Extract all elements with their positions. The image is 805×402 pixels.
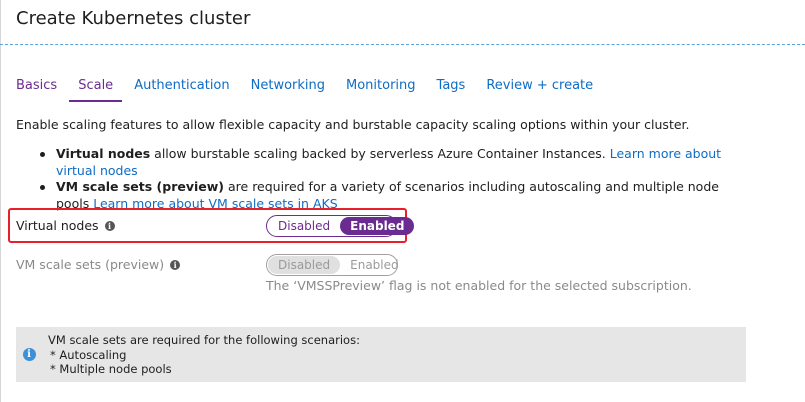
- virtual-nodes-disabled-option[interactable]: Disabled: [268, 217, 340, 235]
- left-border: [0, 0, 1, 402]
- vm-scale-sets-toggle: Disabled Enabled: [266, 254, 399, 276]
- vm-scale-sets-disabled-option: Disabled: [268, 256, 341, 274]
- bullet-title: Virtual nodes: [56, 146, 151, 161]
- vm-scale-sets-enabled-option: Enabled: [350, 258, 399, 272]
- virtual-nodes-enabled-option[interactable]: Enabled: [340, 217, 415, 235]
- info-box-text: VM scale sets are required for the follo…: [48, 333, 360, 377]
- info-box-icon-column: i: [16, 327, 42, 382]
- virtual-nodes-label-text: Virtual nodes: [16, 218, 99, 233]
- info-box-item: * Multiple node pools: [50, 362, 172, 376]
- tab-basics[interactable]: Basics: [16, 76, 57, 102]
- tab-bar: Basics Scale Authentication Networking M…: [16, 76, 614, 102]
- info-box: i VM scale sets are required for the fol…: [16, 327, 746, 382]
- tab-scale[interactable]: Scale: [69, 76, 123, 102]
- header-divider: [0, 44, 805, 45]
- virtual-nodes-label: Virtual nodes i: [16, 218, 115, 233]
- vm-scale-sets-label-text: VM scale sets (preview): [16, 257, 165, 272]
- tab-authentication[interactable]: Authentication: [134, 76, 229, 102]
- virtual-nodes-toggle[interactable]: Disabled Enabled: [266, 215, 415, 237]
- tab-networking[interactable]: Networking: [251, 76, 325, 102]
- bullet-text: allow burstable scaling backed by server…: [150, 146, 610, 161]
- vm-scale-sets-label: VM scale sets (preview) i: [16, 257, 181, 272]
- info-icon: i: [22, 348, 36, 361]
- info-box-item: * Autoscaling: [50, 347, 127, 362]
- info-icon[interactable]: i: [170, 259, 181, 270]
- tab-tags[interactable]: Tags: [437, 76, 466, 102]
- info-box-heading: VM scale sets are required for the follo…: [48, 333, 360, 347]
- bullet-title: VM scale sets (preview): [56, 179, 225, 194]
- feature-list: Virtual nodes allow burstable scaling ba…: [40, 146, 740, 212]
- vmss-flag-note: The ‘VMSSPreview’ flag is not enabled fo…: [266, 278, 692, 293]
- info-icon[interactable]: i: [104, 220, 115, 231]
- tab-review-create[interactable]: Review + create: [486, 76, 593, 102]
- tab-monitoring[interactable]: Monitoring: [346, 76, 416, 102]
- intro-text: Enable scaling features to allow flexibl…: [16, 117, 690, 132]
- page-title: Create Kubernetes cluster: [16, 8, 251, 29]
- list-item: Virtual nodes allow burstable scaling ba…: [40, 146, 740, 179]
